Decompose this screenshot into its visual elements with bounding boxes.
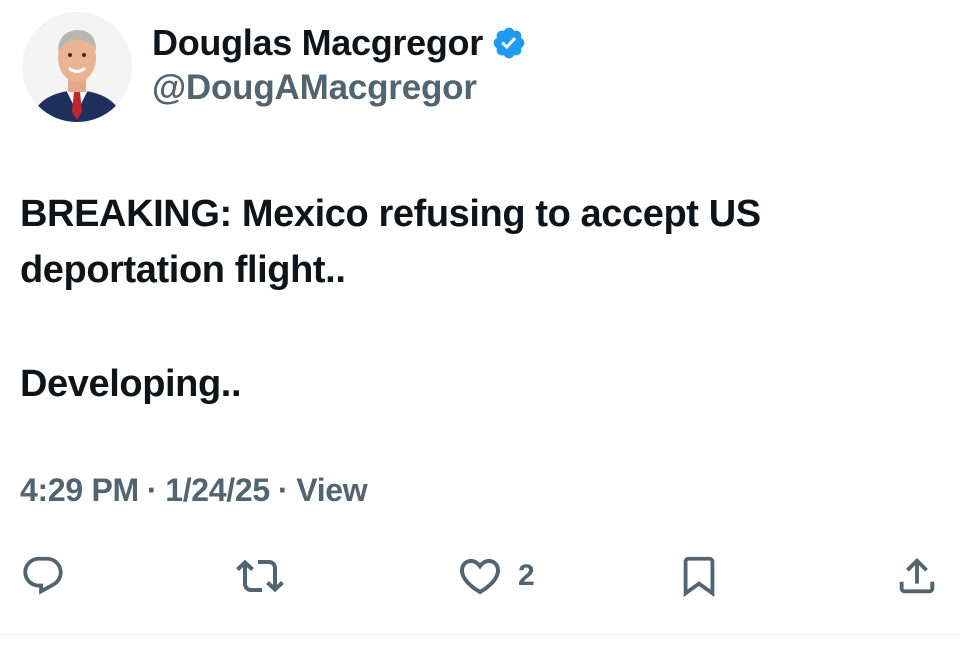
share-icon [899, 557, 935, 594]
avatar-portrait-icon [22, 12, 132, 122]
author-handle[interactable]: @DougAMacgregor [152, 68, 477, 108]
retweet-button[interactable] [236, 548, 284, 604]
reply-icon [23, 556, 63, 595]
tweet-text-line: BREAKING: Mexico refusing to accept US d… [20, 193, 761, 291]
like-button[interactable]: 2 [456, 548, 535, 604]
heart-icon [459, 559, 501, 595]
tweet-card: Douglas Macgregor @DougAMacgregor BREAKI… [0, 0, 960, 665]
like-count: 2 [518, 559, 535, 592]
reply-button[interactable] [20, 548, 66, 604]
share-button[interactable] [894, 548, 940, 604]
tweet-time[interactable]: 4:29 PM [20, 472, 139, 508]
tweet-text: BREAKING: Mexico refusing to accept US d… [20, 186, 940, 412]
bottom-divider [0, 634, 960, 635]
verified-badge-icon[interactable] [491, 25, 527, 61]
bookmark-icon [683, 556, 715, 597]
meta-separator: · [146, 472, 158, 508]
author-name-row: Douglas Macgregor [152, 20, 527, 66]
tweet-text-line: Developing.. [20, 363, 242, 405]
author-display-name[interactable]: Douglas Macgregor [152, 22, 483, 64]
tweet-date[interactable]: 1/24/25 [165, 472, 270, 508]
action-bar: 2 [0, 548, 960, 604]
avatar[interactable] [22, 12, 132, 122]
views-link[interactable]: View [296, 472, 367, 508]
bookmark-button[interactable] [676, 548, 722, 604]
tweet-meta: 4:29 PM · 1/24/25 · View [20, 472, 368, 509]
meta-separator: · [277, 472, 289, 508]
retweet-icon [236, 559, 284, 593]
